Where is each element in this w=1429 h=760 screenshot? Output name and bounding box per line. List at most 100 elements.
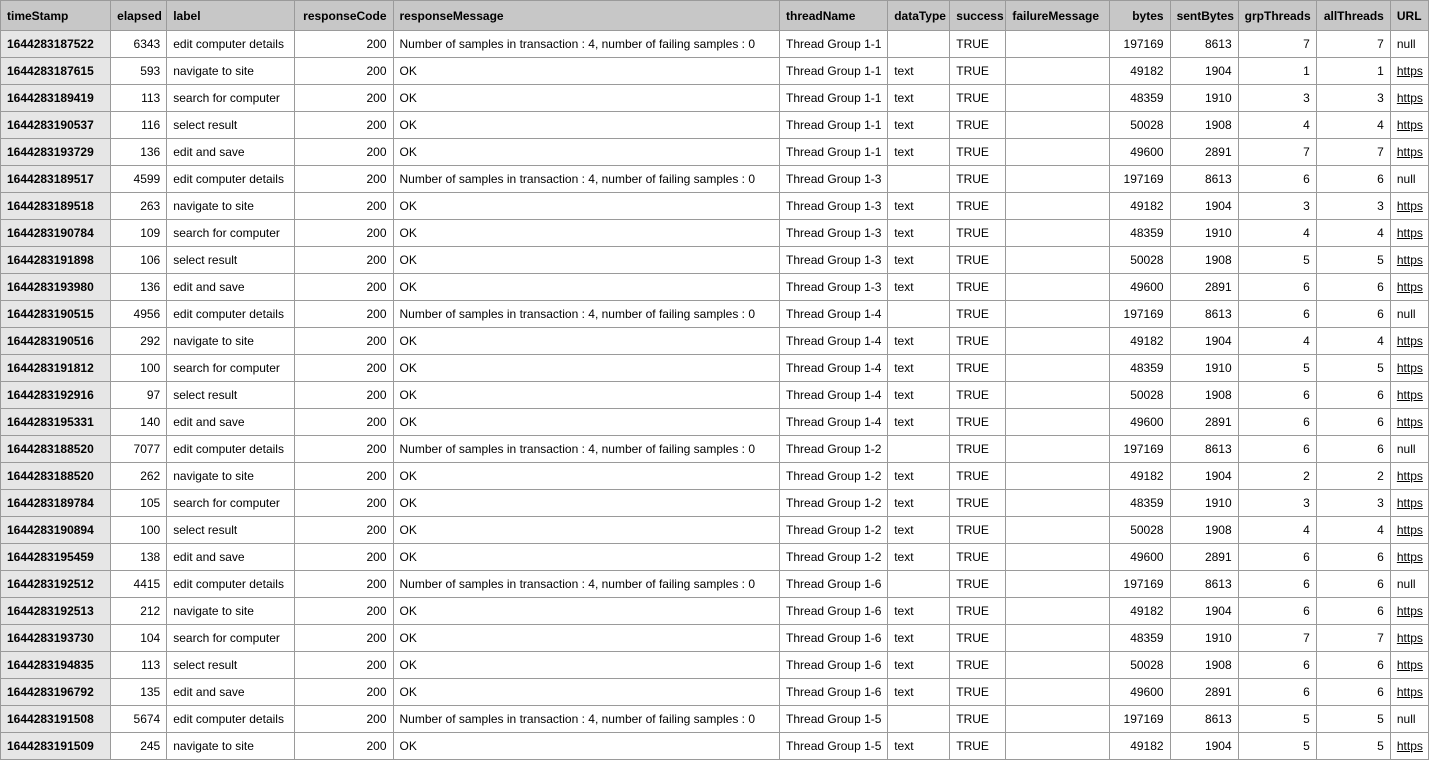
cell-failureMessage [1006, 193, 1110, 220]
header-success[interactable]: success [950, 1, 1006, 31]
cell-dataType: text [888, 112, 950, 139]
cell-bytes: 48359 [1110, 85, 1170, 112]
results-table[interactable]: timeStampelapsedlabelresponseCoderespons… [0, 0, 1429, 760]
cell-URL[interactable]: https [1390, 274, 1428, 301]
cell-elapsed: 100 [111, 517, 167, 544]
header-timeStamp[interactable]: timeStamp [1, 1, 111, 31]
cell-grpThreads: 6 [1238, 274, 1316, 301]
table-row[interactable]: 1644283195459138edit and save200OKThread… [1, 544, 1429, 571]
header-responseCode[interactable]: responseCode [295, 1, 393, 31]
cell-success: TRUE [950, 490, 1006, 517]
cell-dataType: text [888, 490, 950, 517]
table-row[interactable]: 1644283190516292navigate to site200OKThr… [1, 328, 1429, 355]
table-header: timeStampelapsedlabelresponseCoderespons… [1, 1, 1429, 31]
header-label[interactable]: label [167, 1, 295, 31]
cell-URL[interactable]: https [1390, 355, 1428, 382]
cell-sentBytes: 1908 [1170, 517, 1238, 544]
cell-allThreads: 6 [1316, 679, 1390, 706]
table-row[interactable]: 1644283195331140edit and save200OKThread… [1, 409, 1429, 436]
cell-URL[interactable]: https [1390, 139, 1428, 166]
table-row[interactable]: 1644283193980136edit and save200OKThread… [1, 274, 1429, 301]
header-bytes[interactable]: bytes [1110, 1, 1170, 31]
header-URL[interactable]: URL [1390, 1, 1428, 31]
cell-timeStamp: 1644283189518 [1, 193, 111, 220]
header-failureMessage[interactable]: failureMessage [1006, 1, 1110, 31]
table-row[interactable]: 16442831875226343edit computer details20… [1, 31, 1429, 58]
table-row[interactable]: 1644283191509245navigate to site200OKThr… [1, 733, 1429, 760]
cell-URL[interactable]: https [1390, 220, 1428, 247]
header-threadName[interactable]: threadName [780, 1, 888, 31]
cell-failureMessage [1006, 58, 1110, 85]
table-row[interactable]: 1644283189518263navigate to site200OKThr… [1, 193, 1429, 220]
cell-URL[interactable]: https [1390, 85, 1428, 112]
table-row[interactable]: 1644283191812100search for computer200OK… [1, 355, 1429, 382]
cell-success: TRUE [950, 598, 1006, 625]
header-responseMessage[interactable]: responseMessage [393, 1, 780, 31]
cell-responseCode: 200 [295, 652, 393, 679]
cell-elapsed: 7077 [111, 436, 167, 463]
cell-label: edit and save [167, 139, 295, 166]
cell-URL[interactable]: https [1390, 193, 1428, 220]
cell-label: edit and save [167, 409, 295, 436]
cell-responseMessage: OK [393, 679, 780, 706]
cell-grpThreads: 1 [1238, 58, 1316, 85]
cell-URL[interactable]: https [1390, 733, 1428, 760]
cell-responseMessage: OK [393, 409, 780, 436]
header-dataType[interactable]: dataType [888, 1, 950, 31]
cell-threadName: Thread Group 1-1 [780, 31, 888, 58]
cell-URL[interactable]: https [1390, 112, 1428, 139]
table-row[interactable]: 16442831915085674edit computer details20… [1, 706, 1429, 733]
header-sentBytes[interactable]: sentBytes [1170, 1, 1238, 31]
table-row[interactable]: 1644283190784109search for computer200OK… [1, 220, 1429, 247]
table-row[interactable]: 16442831905154956edit computer details20… [1, 301, 1429, 328]
cell-bytes: 197169 [1110, 301, 1170, 328]
cell-success: TRUE [950, 571, 1006, 598]
cell-timeStamp: 1644283190894 [1, 517, 111, 544]
table-row[interactable]: 1644283193729136edit and save200OKThread… [1, 139, 1429, 166]
table-row[interactable]: 1644283194835113select result200OKThread… [1, 652, 1429, 679]
table-row[interactable]: 1644283191898106select result200OKThread… [1, 247, 1429, 274]
cell-URL[interactable]: https [1390, 517, 1428, 544]
cell-timeStamp: 1644283189419 [1, 85, 111, 112]
cell-URL: null [1390, 706, 1428, 733]
table-row[interactable]: 1644283192513212navigate to site200OKThr… [1, 598, 1429, 625]
header-elapsed[interactable]: elapsed [111, 1, 167, 31]
table-row[interactable]: 16442831885207077edit computer details20… [1, 436, 1429, 463]
cell-threadName: Thread Group 1-1 [780, 112, 888, 139]
table-row[interactable]: 1644283187615593navigate to site200OKThr… [1, 58, 1429, 85]
table-row[interactable]: 1644283190894100select result200OKThread… [1, 517, 1429, 544]
cell-allThreads: 5 [1316, 355, 1390, 382]
cell-allThreads: 4 [1316, 220, 1390, 247]
cell-allThreads: 6 [1316, 166, 1390, 193]
cell-URL[interactable]: https [1390, 409, 1428, 436]
cell-URL[interactable]: https [1390, 544, 1428, 571]
cell-responseCode: 200 [295, 409, 393, 436]
table-row[interactable]: 1644283189419113search for computer200OK… [1, 85, 1429, 112]
cell-URL[interactable]: https [1390, 490, 1428, 517]
table-row[interactable]: 164428319291697select result200OKThread … [1, 382, 1429, 409]
cell-grpThreads: 4 [1238, 328, 1316, 355]
cell-bytes: 197169 [1110, 706, 1170, 733]
header-grpThreads[interactable]: grpThreads [1238, 1, 1316, 31]
cell-URL[interactable]: https [1390, 625, 1428, 652]
cell-sentBytes: 1908 [1170, 382, 1238, 409]
header-allThreads[interactable]: allThreads [1316, 1, 1390, 31]
cell-responseMessage: OK [393, 193, 780, 220]
table-row[interactable]: 1644283188520262navigate to site200OKThr… [1, 463, 1429, 490]
cell-sentBytes: 1910 [1170, 625, 1238, 652]
table-row[interactable]: 1644283193730104search for computer200OK… [1, 625, 1429, 652]
cell-URL[interactable]: https [1390, 382, 1428, 409]
cell-URL[interactable]: https [1390, 328, 1428, 355]
cell-URL[interactable]: https [1390, 598, 1428, 625]
table-row[interactable]: 16442831925124415edit computer details20… [1, 571, 1429, 598]
cell-URL[interactable]: https [1390, 679, 1428, 706]
table-row[interactable]: 1644283196792135edit and save200OKThread… [1, 679, 1429, 706]
cell-URL[interactable]: https [1390, 463, 1428, 490]
table-row[interactable]: 1644283190537116select result200OKThread… [1, 112, 1429, 139]
cell-URL[interactable]: https [1390, 58, 1428, 85]
cell-URL[interactable]: https [1390, 247, 1428, 274]
cell-URL[interactable]: https [1390, 652, 1428, 679]
cell-bytes: 197169 [1110, 31, 1170, 58]
table-row[interactable]: 16442831895174599edit computer details20… [1, 166, 1429, 193]
table-row[interactable]: 1644283189784105search for computer200OK… [1, 490, 1429, 517]
